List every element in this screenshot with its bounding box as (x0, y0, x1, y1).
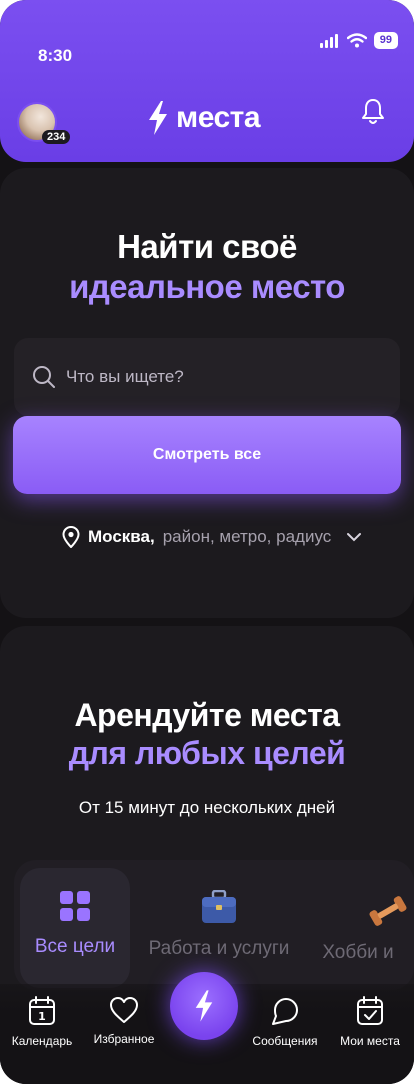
lightning-icon (149, 101, 167, 135)
calendar-icon: 1 (29, 996, 55, 1025)
rent-title: Арендуйте места (74, 697, 340, 733)
lightning-icon (195, 990, 213, 1022)
heart-icon (110, 997, 138, 1023)
nav-label: Календарь (11, 1034, 73, 1048)
brand-name: места (176, 101, 261, 134)
signal-icon (319, 33, 338, 48)
search-input[interactable] (66, 367, 366, 387)
nav-label: Сообщения (252, 1034, 318, 1048)
goal-label: Все цели (34, 936, 116, 957)
avatar-badge: 234 (42, 130, 71, 144)
status-icons: 99 (319, 32, 398, 49)
goal-hobby[interactable]: Хобби и (318, 868, 414, 988)
nav-messages[interactable]: Сообщения (252, 996, 318, 1048)
hero-title-accent: идеальное место (69, 268, 345, 305)
location-filters: район, метро, радиус (162, 527, 332, 546)
goal-work[interactable]: Работа и услуги (146, 868, 292, 988)
app-screen: 8:30 99 234 места Найти своё идеальное м… (0, 0, 414, 1084)
briefcase-icon (202, 890, 236, 923)
nav-label: Мои места (340, 1034, 400, 1048)
nav-calendar[interactable]: 1 Календарь (12, 996, 72, 1048)
location-city: Москва, (88, 527, 155, 546)
location-selector[interactable]: Москва, район, метро, радиус (62, 526, 362, 548)
nav-label: Избранное (93, 1032, 155, 1046)
nav-my-places[interactable]: Мои места (338, 996, 402, 1048)
goal-label: Хобби и (322, 942, 394, 963)
battery-indicator: 99 (373, 32, 398, 49)
rent-title-accent: для любых целей (68, 735, 346, 771)
grid-icon (60, 891, 90, 921)
rent-subtitle: От 15 минут до нескольких дней (78, 798, 336, 817)
dumbbell-icon (369, 896, 407, 926)
wifi-icon (346, 33, 367, 48)
view-all-button[interactable]: Смотреть все (13, 416, 401, 494)
calendar-day: 1 (38, 1010, 46, 1023)
lightning-fab[interactable] (170, 972, 238, 1040)
nav-favorites[interactable]: Избранное (93, 996, 155, 1046)
status-time: 8:30 (38, 46, 73, 65)
calendar-check-icon (357, 996, 383, 1025)
search-icon (33, 366, 55, 388)
search-box[interactable] (14, 338, 400, 416)
goal-all[interactable]: Все цели (20, 868, 130, 988)
chevron-down-icon (347, 533, 362, 542)
bell-icon[interactable] (360, 98, 386, 126)
chat-bubble-icon (272, 998, 298, 1025)
goal-label: Работа и услуги (148, 938, 290, 959)
brand-logo: места (146, 100, 261, 136)
location-pin-icon (62, 526, 80, 548)
hero-title: Найти своё (117, 228, 297, 265)
